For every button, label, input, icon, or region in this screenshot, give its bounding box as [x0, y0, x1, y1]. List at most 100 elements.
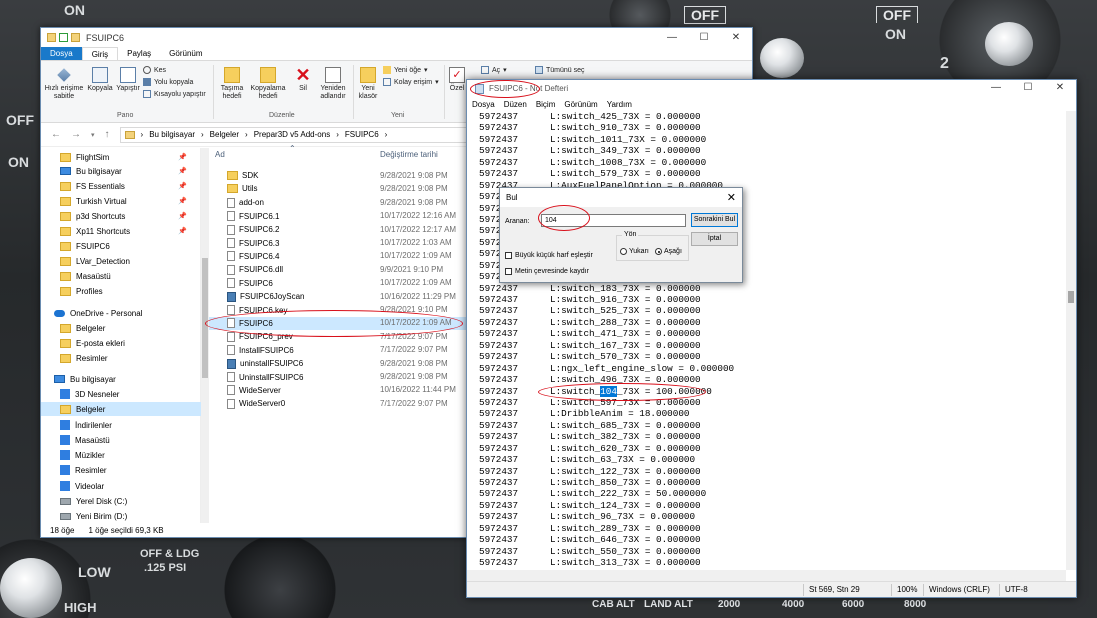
- find-next-button[interactable]: Sonrakini Bul: [691, 213, 738, 227]
- maximize-button[interactable]: ☐: [688, 30, 720, 46]
- paste-shortcut-button[interactable]: Kısayolu yapıştır: [143, 90, 206, 98]
- cancel-button[interactable]: İptal: [691, 232, 738, 246]
- wrap-around-checkbox[interactable]: Metin çevresinde kaydır: [505, 268, 589, 275]
- breadcrumb-addons[interactable]: Prepar3D v5 Add-ons: [254, 130, 331, 139]
- breadcrumb-documents[interactable]: Belgeler: [210, 130, 239, 139]
- sidebar-item-label: Müzikler: [75, 450, 105, 460]
- cut-label: Kes: [154, 66, 167, 74]
- blue-icon: [60, 450, 70, 460]
- notepad-vertical-scrollbar[interactable]: [1066, 111, 1076, 570]
- menu-item-2[interactable]: Biçim: [536, 100, 556, 109]
- sidebar-item-masa-st-[interactable]: Masaüstü: [41, 269, 201, 283]
- sidebar-item-i-ndirilenler[interactable]: İndirilenler: [41, 418, 201, 432]
- new-folder-icon[interactable]: [71, 33, 80, 42]
- rename-button[interactable]: Yeniden adlandır: [317, 65, 349, 101]
- menu-item-3[interactable]: Görünüm: [564, 100, 597, 109]
- copy-folder-icon: [260, 67, 276, 83]
- sidebar-item-fsuipc6[interactable]: FSUIPC6: [41, 239, 201, 253]
- sidebar-item-lvar-detection[interactable]: LVar_Detection: [41, 254, 201, 268]
- pin-icon[interactable]: 📌: [178, 227, 187, 235]
- cockpit-label-on-top: ON: [64, 2, 85, 18]
- close-button[interactable]: ✕: [720, 30, 752, 46]
- up-arrow-icon[interactable]: ↑: [105, 129, 110, 140]
- file-date: 9/28/2021 9:08 PM: [380, 171, 448, 180]
- notepad-text-area[interactable]: 5972437 L:switch_425_73X = 0.000000 597243…: [467, 111, 1066, 570]
- minimize-button[interactable]: —: [656, 30, 688, 46]
- sidebar-item-m-zikler[interactable]: Müzikler: [41, 448, 201, 462]
- notepad-horizontal-scrollbar[interactable]: [467, 570, 1066, 581]
- maximize-button[interactable]: ☐: [1012, 80, 1044, 96]
- sidebar-item-fs-essentials[interactable]: FS Essentials 📌: [41, 179, 201, 193]
- sidebar-item-yeni-birim-d-[interactable]: Yeni Birim (D:): [41, 509, 201, 523]
- sidebar-item-bu-bilgisayar[interactable]: Bu bilgisayar 📌: [41, 164, 201, 178]
- new-folder-button[interactable]: Yeni klasör: [354, 65, 382, 101]
- chevron-down-icon[interactable]: ▾: [91, 131, 95, 139]
- navigation-scrollbar[interactable]: [201, 148, 209, 523]
- menu-item-1[interactable]: Düzen: [504, 100, 527, 109]
- pin-icon[interactable]: 📌: [178, 153, 187, 161]
- folder-icon: [60, 338, 71, 348]
- sidebar-item-bu-bilgisayar[interactable]: Bu bilgisayar: [41, 372, 201, 386]
- sidebar-item-e-posta-ekleri[interactable]: E-posta ekleri: [41, 336, 201, 350]
- sidebar-item-p3d-shortcuts[interactable]: p3d Shortcuts 📌: [41, 209, 201, 223]
- forward-arrow-icon[interactable]: →: [71, 129, 81, 140]
- scrollbar-thumb[interactable]: [202, 258, 208, 378]
- sidebar-item-flightsim[interactable]: FlightSim 📌: [41, 150, 201, 164]
- direction-up-radio[interactable]: Yukarı: [620, 248, 649, 255]
- breadcrumb-this-pc[interactable]: Bu bilgisayar: [149, 130, 195, 139]
- sidebar-item-3d-nesneler[interactable]: 3D Nesneler: [41, 387, 201, 401]
- select-all-button[interactable]: Tümünü seç: [535, 66, 585, 74]
- find-what-input[interactable]: 104: [541, 214, 686, 227]
- column-header-name[interactable]: Ad: [215, 150, 225, 164]
- direction-down-radio[interactable]: Aşağı: [655, 248, 682, 255]
- copy-button[interactable]: Kopyala: [85, 65, 115, 93]
- status-divider: [923, 584, 924, 596]
- sidebar-item-onedrive-personal[interactable]: OneDrive - Personal: [41, 306, 201, 320]
- menu-item-4[interactable]: Yardım: [607, 100, 632, 109]
- copy-to-button[interactable]: Kopyalama hedefi: [248, 65, 288, 101]
- open-button[interactable]: Aç ▾: [481, 66, 507, 74]
- close-button[interactable]: ✕: [1044, 80, 1076, 96]
- copy-path-button[interactable]: Yolu kopyala: [143, 78, 193, 86]
- sidebar-item-turkish-virtual[interactable]: Turkish Virtual 📌: [41, 194, 201, 208]
- new-item-button[interactable]: Yeni öğe ▾: [383, 66, 428, 74]
- folder-icon: [60, 241, 71, 251]
- blue-icon: [60, 420, 70, 430]
- sidebar-item-yerel-disk-c-[interactable]: Yerel Disk (C:): [41, 494, 201, 508]
- sidebar-item-belgeler[interactable]: Belgeler: [41, 321, 201, 335]
- menu-item-0[interactable]: Dosya: [472, 100, 495, 109]
- easy-access-button[interactable]: Kolay erişim ▾: [383, 78, 439, 86]
- tab-view[interactable]: Görünüm: [160, 47, 211, 60]
- line-id: 5972437: [479, 305, 519, 317]
- scrollbar-thumb[interactable]: [1068, 291, 1074, 303]
- pin-icon[interactable]: 📌: [178, 197, 187, 205]
- minimize-button[interactable]: —: [980, 80, 1012, 96]
- move-to-button[interactable]: Taşıma hedefi: [215, 65, 249, 101]
- select-all-label: Tümünü seç: [546, 66, 585, 74]
- delete-button[interactable]: ✕ Sil: [291, 65, 315, 93]
- tab-share[interactable]: Paylaş: [118, 47, 160, 60]
- breadcrumb-fsuipc6[interactable]: FSUIPC6: [345, 130, 379, 139]
- properties-icon[interactable]: [59, 33, 68, 42]
- sidebar-item-resimler[interactable]: Resimler: [41, 463, 201, 477]
- sidebar-item-belgeler[interactable]: Belgeler: [41, 402, 201, 416]
- sidebar-item-videolar[interactable]: Videolar: [41, 479, 201, 493]
- pin-icon[interactable]: 📌: [178, 212, 187, 220]
- match-case-checkbox[interactable]: Büyük küçük harf eşleştir: [505, 252, 593, 259]
- close-icon[interactable]: ✕: [727, 191, 736, 204]
- pin-quick-access-button[interactable]: Hızlı erişime sabitle: [43, 65, 85, 101]
- sidebar-item-xp11-shortcuts[interactable]: Xp11 Shortcuts 📌: [41, 224, 201, 238]
- sidebar-item-resimler[interactable]: Resimler: [41, 351, 201, 365]
- pin-icon[interactable]: 📌: [178, 167, 187, 175]
- column-header-date[interactable]: Değiştirme tarihi: [380, 150, 438, 164]
- line-id: 5972437: [479, 488, 519, 500]
- breadcrumb-sep: ›: [140, 130, 144, 139]
- paste-button[interactable]: Yapıştır: [115, 65, 141, 93]
- back-arrow-icon[interactable]: ←: [51, 129, 61, 140]
- pin-icon[interactable]: 📌: [178, 182, 187, 190]
- tab-file[interactable]: Dosya: [41, 47, 82, 60]
- sidebar-item-profiles[interactable]: Profiles: [41, 284, 201, 298]
- sidebar-item-masa-st-[interactable]: Masaüstü: [41, 433, 201, 447]
- cut-button[interactable]: Kes: [143, 66, 166, 74]
- tab-home[interactable]: Giriş: [81, 47, 119, 60]
